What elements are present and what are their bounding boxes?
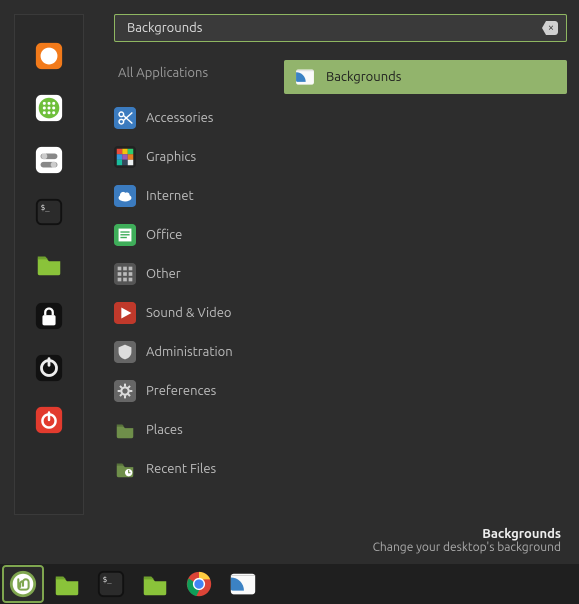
wallpaper-icon — [294, 66, 316, 88]
play-icon — [114, 302, 136, 324]
category-internet[interactable]: Internet — [114, 184, 274, 208]
results-list: Backgrounds — [274, 60, 567, 515]
favorite-shutdown[interactable] — [32, 403, 66, 437]
clear-search-icon[interactable] — [542, 21, 558, 35]
category-label: Places — [146, 423, 183, 437]
search-input-value[interactable]: Backgrounds — [127, 21, 542, 35]
favorites-sidebar — [14, 14, 84, 515]
gear-icon — [114, 380, 136, 402]
favorite-apps[interactable] — [32, 91, 66, 125]
favorite-terminal[interactable] — [32, 195, 66, 229]
taskbar — [0, 564, 579, 604]
categories-list: All Applications Accessories Graphics Inte… — [114, 60, 274, 515]
application-menu: Backgrounds All Applications Accessories… — [0, 0, 579, 564]
favorite-firefox[interactable] — [32, 39, 66, 73]
category-label: Administration — [146, 345, 233, 359]
taskbar-menu[interactable] — [4, 567, 42, 601]
search-field[interactable]: Backgrounds — [114, 14, 567, 42]
grid-icon — [114, 263, 136, 285]
category-office[interactable]: Office — [114, 223, 274, 247]
category-label: Sound & Video — [146, 306, 232, 320]
taskbar-background[interactable] — [224, 567, 262, 601]
taskbar-files2[interactable] — [136, 567, 174, 601]
favorite-settings[interactable] — [32, 143, 66, 177]
status-description: Change your desktop's background — [0, 541, 561, 554]
status-bar: Backgrounds Change your desktop's backgr… — [0, 521, 579, 564]
folder-icon — [114, 419, 136, 441]
category-graphics[interactable]: Graphics — [114, 145, 274, 169]
rainbow-icon — [114, 146, 136, 168]
cloud-icon — [114, 185, 136, 207]
folder-recent-icon — [114, 458, 136, 480]
category-other[interactable]: Other — [114, 262, 274, 286]
category-label: Internet — [146, 189, 194, 203]
taskbar-terminal[interactable] — [92, 567, 130, 601]
category-label: Recent Files — [146, 462, 216, 476]
category-label: Graphics — [146, 150, 196, 164]
category-preferences[interactable]: Preferences — [114, 379, 274, 403]
category-places[interactable]: Places — [114, 418, 274, 442]
result-label: Backgrounds — [326, 70, 401, 84]
favorite-files[interactable] — [32, 247, 66, 281]
category-label: Office — [146, 228, 182, 242]
category-administration[interactable]: Administration — [114, 340, 274, 364]
all-applications-header[interactable]: All Applications — [114, 60, 274, 86]
scissors-icon — [114, 107, 136, 129]
category-accessories[interactable]: Accessories — [114, 106, 274, 130]
category-label: Accessories — [146, 111, 213, 125]
menu-right-column: Backgrounds All Applications Accessories… — [84, 14, 567, 515]
status-title: Backgrounds — [0, 527, 561, 541]
category-sound-video[interactable]: Sound & Video — [114, 301, 274, 325]
category-recent-files[interactable]: Recent Files — [114, 457, 274, 481]
category-label: Preferences — [146, 384, 216, 398]
favorite-lock[interactable] — [32, 299, 66, 333]
menu-columns: All Applications Accessories Graphics Inte… — [114, 60, 567, 515]
favorite-logout[interactable] — [32, 351, 66, 385]
category-label: Other — [146, 267, 181, 281]
result-backgrounds[interactable]: Backgrounds — [284, 60, 567, 94]
menu-body: Backgrounds All Applications Accessories… — [0, 0, 579, 521]
shield-icon — [114, 341, 136, 363]
taskbar-files[interactable] — [48, 567, 86, 601]
taskbar-chrome[interactable] — [180, 567, 218, 601]
office-icon — [114, 224, 136, 246]
